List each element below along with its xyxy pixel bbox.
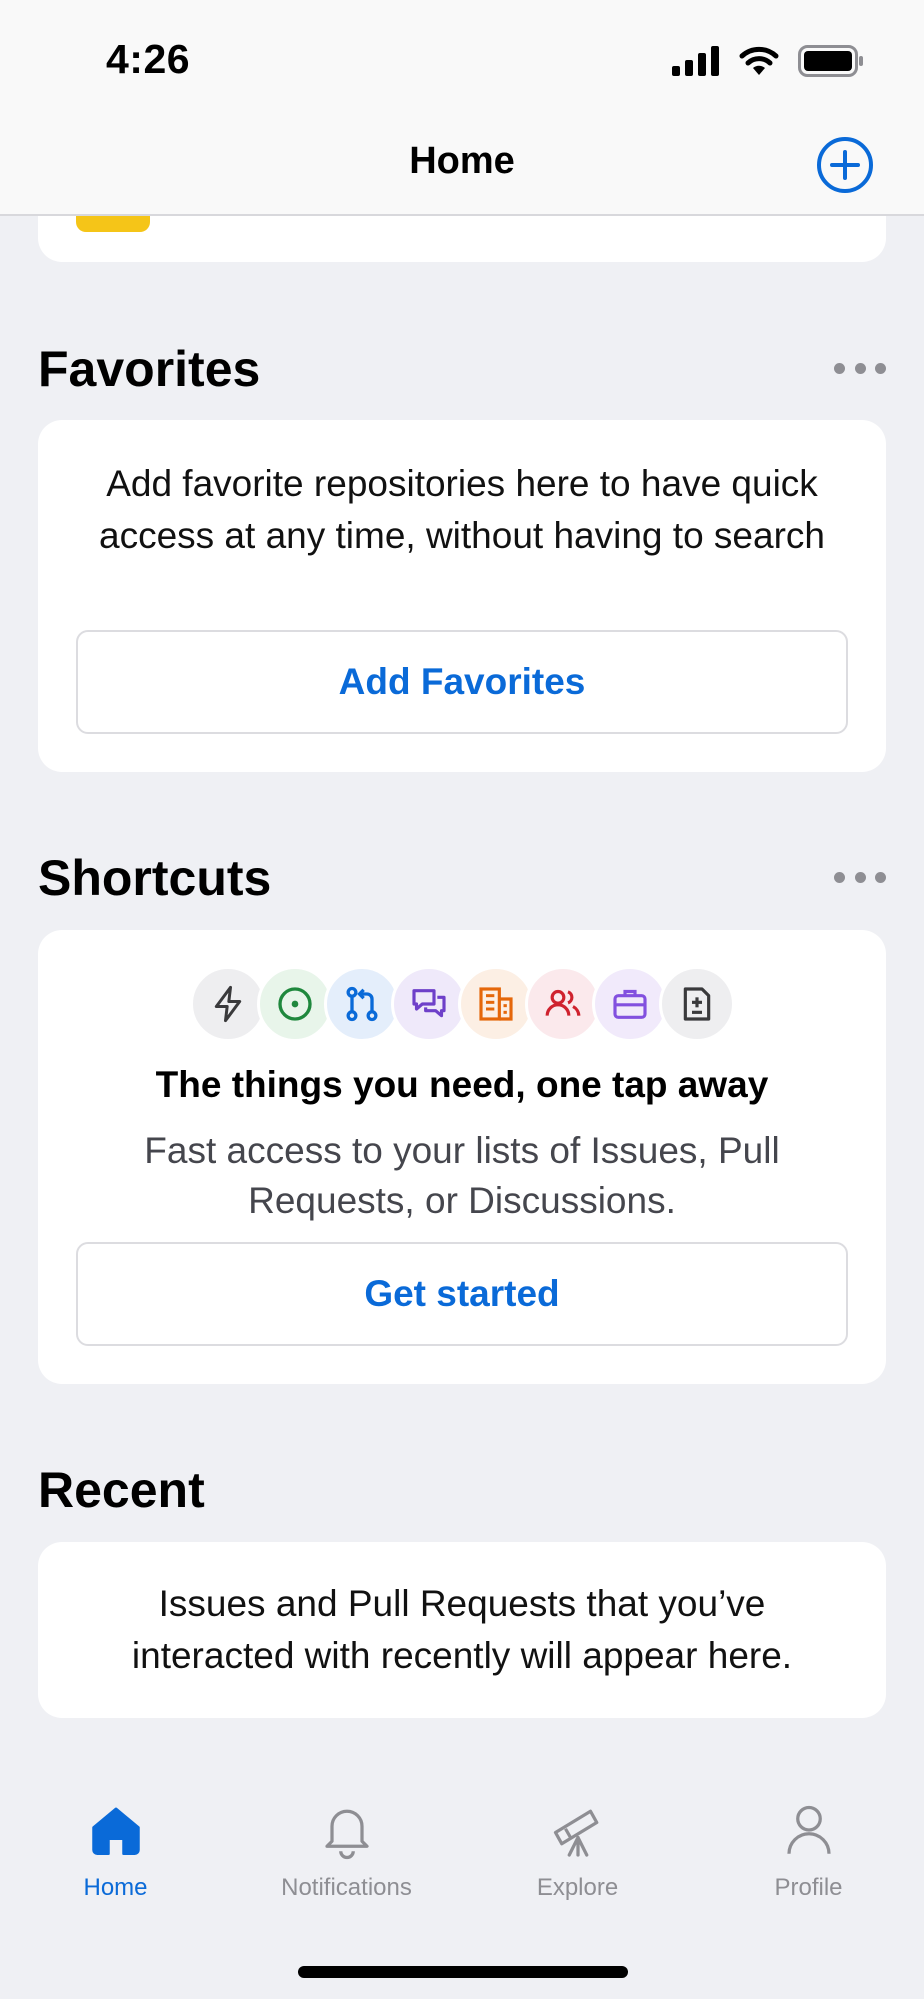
bell-icon [324, 1809, 369, 1860]
issue-icon [256, 966, 333, 1042]
shortcuts-more-icon[interactable] [834, 872, 886, 886]
people-icon [524, 966, 601, 1042]
page-title: Home [409, 140, 515, 182]
tab-notifications-label: Notifications [281, 1874, 412, 1901]
tab-explore-label: Explore [536, 1874, 619, 1901]
pull-request-icon [323, 966, 400, 1042]
add-icon[interactable] [816, 136, 874, 194]
status-time: 4:26 [106, 36, 191, 82]
shortcuts-description: Fast access to your lists of Issues, Pul… [144, 1130, 780, 1221]
tab-profile[interactable]: Profile [693, 1800, 924, 1902]
cellular-signal-icon [672, 46, 719, 76]
favorites-more-icon[interactable] [834, 363, 886, 377]
briefcase-icon [591, 966, 668, 1042]
wifi-icon [739, 46, 779, 75]
home-indicator [298, 1966, 628, 1978]
person-icon [786, 1805, 831, 1854]
home-icon [91, 1807, 140, 1855]
header: 4:26 Home [0, 0, 924, 216]
tab-explore[interactable]: Explore [462, 1800, 693, 1902]
recent-description: Issues and Pull Requests that you’ve int… [131, 1583, 793, 1676]
favorites-description: Add favorite repositories here to have q… [99, 463, 825, 556]
discussion-icon [390, 966, 467, 1042]
tab-profile-label: Profile [774, 1874, 843, 1901]
shortcut-icon-row [38, 966, 886, 1042]
lightning-icon [189, 966, 266, 1042]
status-icons [672, 44, 864, 78]
tab-notifications[interactable]: Notifications [231, 1800, 462, 1902]
favorites-title: Favorites [38, 341, 261, 397]
tab-bar: Home Notifications Explore Profile [0, 1800, 924, 1902]
telescope-icon [553, 1809, 598, 1857]
shortcuts-card: The things you need, one tap away Fast a… [38, 930, 886, 1384]
shortcuts-heading: The things you need, one tap away [155, 1064, 769, 1105]
diff-icon [658, 966, 735, 1042]
get-started-button[interactable]: Get started [76, 1242, 848, 1346]
add-favorites-button[interactable]: Add Favorites [76, 630, 848, 734]
shortcuts-title: Shortcuts [38, 850, 272, 906]
tab-home[interactable]: Home [0, 1800, 231, 1902]
recent-title: Recent [38, 1462, 205, 1518]
battery-icon [798, 45, 863, 77]
favorites-card: Add favorite repositories here to have q… [38, 420, 886, 772]
recent-card: Issues and Pull Requests that you’ve int… [38, 1542, 886, 1718]
tab-home-label: Home [83, 1874, 148, 1901]
organization-icon [457, 966, 534, 1042]
